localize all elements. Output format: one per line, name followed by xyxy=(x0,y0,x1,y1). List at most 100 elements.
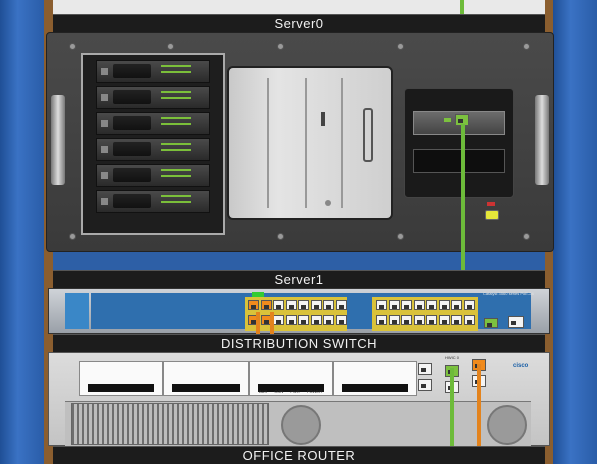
screw-icon xyxy=(69,233,76,240)
switch-console-port[interactable] xyxy=(508,316,524,328)
server0-label-bar: Server0 xyxy=(53,14,545,32)
switch-ethernet-port[interactable] xyxy=(376,300,387,310)
psu-divider xyxy=(305,78,307,208)
power-supply-panel[interactable] xyxy=(227,66,393,220)
hard-drive-bay[interactable] xyxy=(96,138,210,161)
drive-label-icon xyxy=(161,169,191,177)
switch-ethernet-port[interactable] xyxy=(401,315,412,325)
switch-ethernet-port[interactable] xyxy=(335,300,347,310)
router-slot-label: HWIC 0 xyxy=(445,355,459,360)
screw-icon xyxy=(277,233,284,240)
server0-label: Server0 xyxy=(274,16,324,31)
server1-network-cable xyxy=(461,124,465,274)
drive-handle[interactable] xyxy=(113,90,151,104)
rack-left-rail xyxy=(0,0,44,464)
server0-network-cable xyxy=(460,0,464,14)
psu-slot-icon xyxy=(321,112,325,126)
switch-ethernet-port[interactable] xyxy=(426,300,437,310)
switch-ethernet-port[interactable] xyxy=(463,300,475,310)
switch-model-label: Catalyst 3560 series PoE-24 xyxy=(483,291,534,296)
switch-ethernet-port[interactable] xyxy=(310,315,322,325)
switch-ethernet-port[interactable] xyxy=(285,315,297,325)
router-module-bay[interactable] xyxy=(79,361,163,396)
switch-ethernet-port[interactable] xyxy=(298,300,309,310)
router-vent-grille xyxy=(71,403,269,445)
hard-drive-bay[interactable] xyxy=(96,190,210,213)
switch-ethernet-port[interactable] xyxy=(323,315,334,325)
server1-power-button[interactable] xyxy=(485,210,499,220)
switch-link-led-icon xyxy=(252,292,264,297)
switch-ethernet-port[interactable] xyxy=(451,300,462,310)
router-fan-icon xyxy=(281,405,321,445)
switch-ethernet-port[interactable] xyxy=(426,315,437,325)
switch-ethernet-port[interactable] xyxy=(438,300,450,310)
drive-handle[interactable] xyxy=(113,116,151,130)
nic-panel xyxy=(404,88,514,198)
server1-left-handle[interactable] xyxy=(51,95,65,185)
switch-ethernet-port[interactable] xyxy=(413,315,425,325)
screw-icon xyxy=(523,43,530,50)
hard-drive-bay[interactable] xyxy=(96,60,210,83)
router-pwr-label: PWR xyxy=(290,389,300,394)
router-brand-logo: cisco xyxy=(513,363,529,369)
drive-label-icon xyxy=(161,65,191,73)
switch-uplink-port[interactable] xyxy=(484,318,498,328)
switch-orange-cable xyxy=(270,312,274,334)
switch-ethernet-port[interactable] xyxy=(401,300,412,310)
server0-device[interactable] xyxy=(53,0,545,14)
switch-ethernet-port[interactable] xyxy=(248,300,259,310)
psu-divider xyxy=(267,78,269,208)
drive-handle[interactable] xyxy=(113,194,151,208)
switch-label: DISTRIBUTION SWITCH xyxy=(220,336,378,351)
drive-handle[interactable] xyxy=(113,142,151,156)
drive-led-icon xyxy=(101,172,108,179)
router-label-bar: OFFICE ROUTER xyxy=(53,446,545,464)
switch-ethernet-port[interactable] xyxy=(298,315,309,325)
screw-icon xyxy=(523,233,530,240)
screw-icon xyxy=(277,43,284,50)
switch-status-panel xyxy=(65,293,89,329)
router-console-port[interactable] xyxy=(418,363,432,375)
router-module-bay[interactable] xyxy=(163,361,249,396)
psu-latch-icon[interactable] xyxy=(363,108,373,162)
screw-icon xyxy=(69,43,76,50)
hard-drive-bay[interactable] xyxy=(96,112,210,135)
switch-ethernet-port[interactable] xyxy=(388,300,400,310)
server1-led-icon xyxy=(444,118,451,122)
router-power-label: POWER xyxy=(306,389,322,394)
switch-ethernet-port[interactable] xyxy=(285,300,297,310)
drive-handle[interactable] xyxy=(113,168,151,182)
switch-ethernet-port[interactable] xyxy=(451,315,462,325)
drive-led-icon xyxy=(101,146,108,153)
hard-drive-bay[interactable] xyxy=(96,164,210,187)
drive-label-icon xyxy=(161,91,191,99)
switch-ethernet-port[interactable] xyxy=(335,315,347,325)
hard-drive-bay[interactable] xyxy=(96,86,210,109)
router-module-bay[interactable] xyxy=(333,361,417,396)
drive-led-icon xyxy=(101,94,108,101)
switch-ethernet-port[interactable] xyxy=(438,315,450,325)
router-aux-port[interactable] xyxy=(418,379,432,391)
switch-ethernet-port[interactable] xyxy=(463,315,475,325)
switch-ethernet-port[interactable] xyxy=(273,300,284,310)
router-con-label: CON xyxy=(274,389,284,394)
drive-label-icon xyxy=(161,117,191,125)
router-fan-icon xyxy=(487,405,527,445)
switch-ethernet-port[interactable] xyxy=(376,315,387,325)
router-label: OFFICE ROUTER xyxy=(242,448,356,463)
switch-ethernet-port[interactable] xyxy=(323,300,334,310)
psu-screw-icon xyxy=(325,200,331,206)
drive-label-icon xyxy=(161,195,191,203)
switch-ethernet-port[interactable] xyxy=(310,300,322,310)
switch-ethernet-port[interactable] xyxy=(273,315,284,325)
switch-ethernet-port[interactable] xyxy=(413,300,425,310)
switch-ethernet-port[interactable] xyxy=(260,300,272,310)
drive-led-icon xyxy=(101,68,108,75)
drive-handle[interactable] xyxy=(113,64,151,78)
switch-ethernet-port[interactable] xyxy=(388,315,400,325)
router-aux-label: AUX xyxy=(259,389,268,394)
rack-right-rail xyxy=(553,0,597,464)
switch-orange-cable xyxy=(256,312,260,334)
server1-right-handle[interactable] xyxy=(535,95,549,185)
screw-icon xyxy=(397,43,404,50)
